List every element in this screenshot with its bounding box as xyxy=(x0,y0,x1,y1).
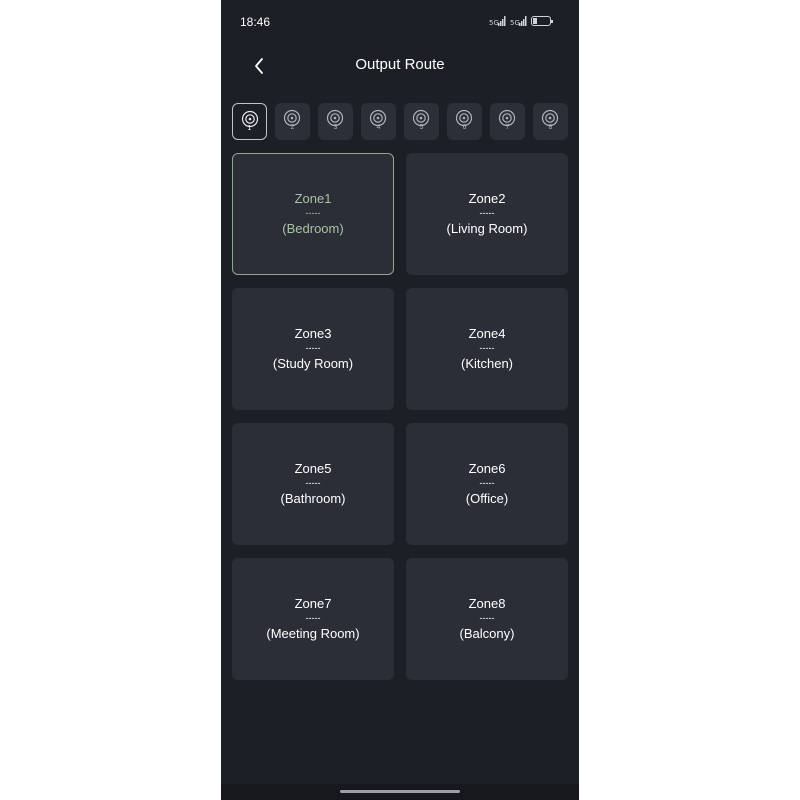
zone-room: (Balcony) xyxy=(459,626,515,641)
tab-label: 1 xyxy=(247,125,252,132)
tab-output-3[interactable]: 3 xyxy=(318,103,353,140)
phone-screen: 18:46 5G 5G Output Route 1 2 3 4 5 6 7 8… xyxy=(221,0,579,800)
zone-separator: ----- xyxy=(305,208,321,218)
tab-output-1[interactable]: 1 xyxy=(232,103,267,140)
zone-name: Zone5 xyxy=(294,461,332,476)
zone-room: (Study Room) xyxy=(272,356,354,371)
tab-output-6[interactable]: 6 xyxy=(447,103,482,140)
tab-output-8[interactable]: 8 xyxy=(533,103,568,140)
zone-grid: Zone1 ----- (Bedroom) Zone2 ----- (Livin… xyxy=(232,153,568,680)
tab-output-5[interactable]: 5 xyxy=(404,103,439,140)
zone-room: (Bedroom) xyxy=(282,221,344,236)
tab-output-7[interactable]: 7 xyxy=(490,103,525,140)
zone-separator: ----- xyxy=(305,343,321,353)
tab-output-2[interactable]: 2 xyxy=(275,103,310,140)
zone-separator: ----- xyxy=(305,478,321,488)
zone-card-5[interactable]: Zone5 ----- (Bathroom) xyxy=(232,423,394,545)
zone-name: Zone2 xyxy=(468,191,506,206)
header: Output Route xyxy=(221,44,579,86)
tab-label: 6 xyxy=(462,124,467,131)
zone-room: (Bathroom) xyxy=(280,491,346,506)
tab-label: 5 xyxy=(419,124,424,131)
tab-output-4[interactable]: 4 xyxy=(361,103,396,140)
signal-icon: 5G xyxy=(489,16,506,27)
status-bar: 18:46 5G 5G xyxy=(221,0,579,44)
tab-label: 2 xyxy=(290,124,295,131)
output-tabs: 1 2 3 4 5 6 7 8 xyxy=(232,103,568,140)
svg-text:5G: 5G xyxy=(489,19,499,27)
zone-room: (Meeting Room) xyxy=(266,626,360,641)
tab-label: 4 xyxy=(376,124,381,131)
zone-card-4[interactable]: Zone4 ----- (Kitchen) xyxy=(406,288,568,410)
status-icons: 5G 5G xyxy=(489,15,553,27)
zone-separator: ----- xyxy=(479,208,495,218)
zone-separator: ----- xyxy=(479,613,495,623)
zone-room: (Kitchen) xyxy=(460,356,514,371)
home-indicator[interactable] xyxy=(340,790,460,793)
zone-card-3[interactable]: Zone3 ----- (Study Room) xyxy=(232,288,394,410)
zone-name: Zone8 xyxy=(468,596,506,611)
zone-name: Zone3 xyxy=(294,326,332,341)
zone-card-2[interactable]: Zone2 ----- (Living Room) xyxy=(406,153,568,275)
zone-name: Zone1 xyxy=(294,191,332,206)
tab-label: 8 xyxy=(548,124,553,131)
zone-separator: ----- xyxy=(305,613,321,623)
zone-card-8[interactable]: Zone8 ----- (Balcony) xyxy=(406,558,568,680)
page-title: Output Route xyxy=(355,56,445,73)
zone-name: Zone4 xyxy=(468,326,506,341)
tab-label: 7 xyxy=(505,124,510,131)
zone-room: (Office) xyxy=(465,491,509,506)
zone-separator: ----- xyxy=(479,343,495,353)
zone-name: Zone7 xyxy=(294,596,332,611)
status-time: 18:46 xyxy=(240,15,271,29)
signal-icon-2: 5G xyxy=(510,16,527,27)
tab-label: 3 xyxy=(333,124,338,131)
zone-card-6[interactable]: Zone6 ----- (Office) xyxy=(406,423,568,545)
zone-card-7[interactable]: Zone7 ----- (Meeting Room) xyxy=(232,558,394,680)
navigation-bar xyxy=(221,784,579,800)
zone-room: (Living Room) xyxy=(446,221,528,236)
svg-text:5G: 5G xyxy=(510,19,520,27)
battery-icon xyxy=(531,16,553,26)
zone-name: Zone6 xyxy=(468,461,506,476)
zone-separator: ----- xyxy=(479,478,495,488)
zone-card-1[interactable]: Zone1 ----- (Bedroom) xyxy=(232,153,394,275)
